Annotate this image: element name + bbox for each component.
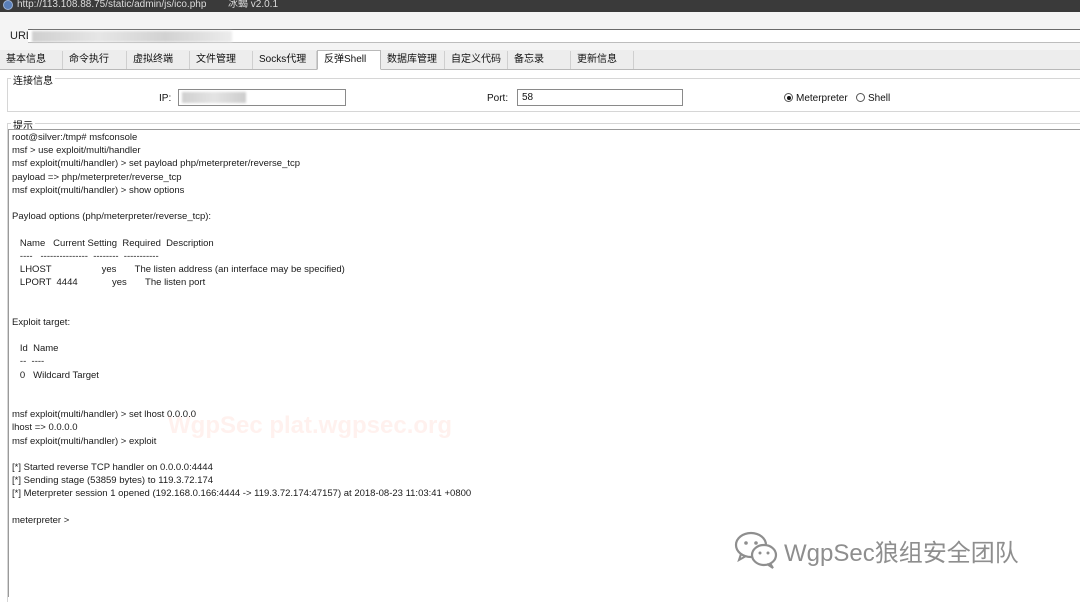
tab-7[interactable]: 数据库管理 (381, 51, 445, 69)
url-row: URL: (0, 12, 1080, 50)
tab-1[interactable]: 基本信息 (0, 51, 63, 69)
terminal-text: root@silver:/tmp# msfconsole msf > use e… (12, 132, 472, 526)
port-input[interactable]: 58 (517, 89, 683, 106)
app-icon (3, 0, 13, 10)
url-input[interactable] (28, 29, 1080, 43)
url-redacted-value (32, 31, 232, 42)
tab-3[interactable]: 虚拟终端 (127, 51, 190, 69)
connection-group-label: 连接信息 (11, 72, 55, 87)
shell-radio-label[interactable]: Shell (868, 93, 890, 104)
window-title-url: http://113.108.88.75/static/admin/js/ico… (17, 0, 207, 10)
tab-5[interactable]: Socks代理 (253, 51, 317, 69)
shell-radio[interactable] (856, 93, 865, 102)
tab-4[interactable]: 文件管理 (190, 51, 253, 69)
tab-9[interactable]: 备忘录 (508, 51, 571, 69)
behinder-window: http://113.108.88.75/static/admin/js/ico… (0, 0, 1080, 602)
tab-8[interactable]: 自定义代码 (445, 51, 508, 69)
wechat-watermark: WgpSec狼组安全团队 (732, 530, 1019, 570)
wechat-watermark-text: WgpSec狼组安全团队 (784, 539, 1019, 567)
port-label: Port: (487, 93, 509, 104)
meterpreter-radio-label[interactable]: Meterpreter (796, 93, 848, 104)
window-title-name: 冰蝎 v2.0.1 (228, 0, 279, 10)
tab-6[interactable]: 反弹Shell (317, 50, 381, 70)
tab-2[interactable]: 命令执行 (63, 51, 127, 69)
ip-label: IP: (159, 93, 172, 104)
tab-bar: 基本信息 命令执行 虚拟终端 文件管理 Socks代理 反弹Shell 数据库管理 自定义代码… (0, 50, 1080, 70)
ip-input[interactable] (178, 89, 346, 106)
ip-redacted-value (182, 92, 246, 103)
title-bar: http://113.108.88.75/static/admin/js/ico… (0, 0, 1080, 12)
center-watermark: WgpSec plat.wgpsec.org (168, 412, 453, 439)
terminal-output[interactable]: root@silver:/tmp# msfconsole msf > use e… (8, 129, 1080, 597)
tab-10[interactable]: 更新信息 (571, 51, 634, 69)
wechat-icon (734, 531, 778, 569)
meterpreter-radio[interactable] (784, 93, 793, 102)
